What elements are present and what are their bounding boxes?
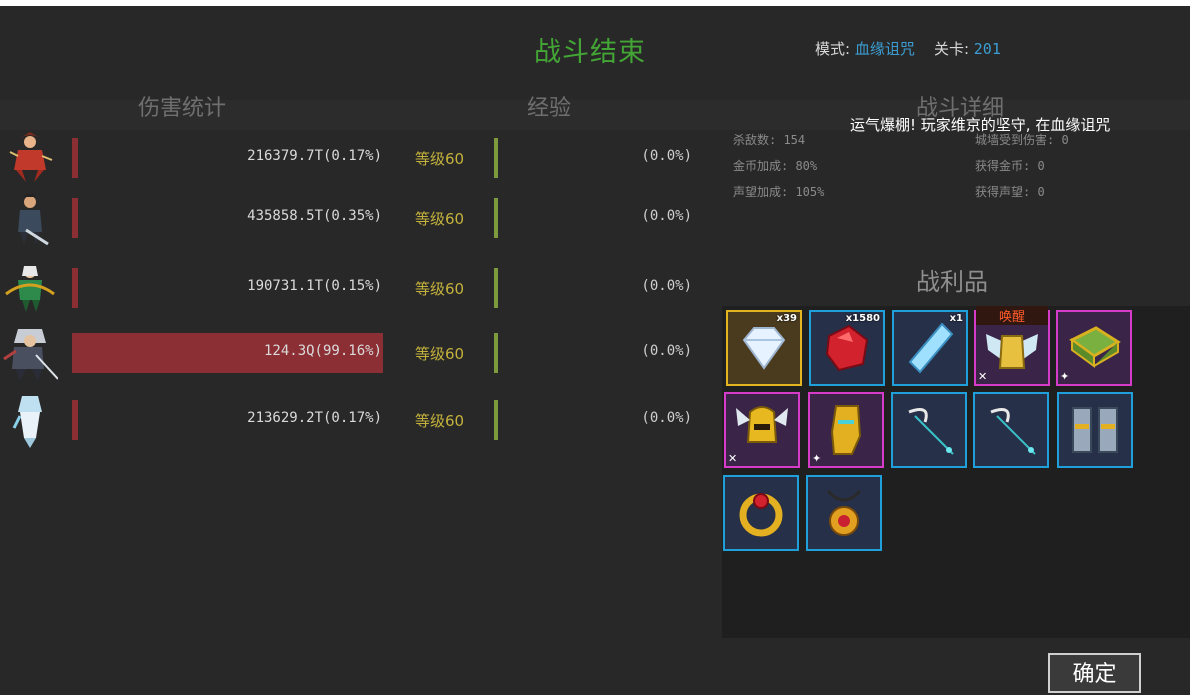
loot-slot[interactable]: x39 bbox=[726, 310, 802, 386]
damage-bar: 213629.2T(0.17%) bbox=[72, 400, 386, 440]
awaken-badge-icon: ✕ bbox=[978, 370, 988, 383]
awaken-badge-icon: ✦ bbox=[812, 452, 822, 465]
exp-value: (0.0%) bbox=[641, 148, 692, 164]
winged-helmet-icon bbox=[736, 406, 788, 443]
stat-gold-gain: 获得金币: 0 bbox=[975, 159, 1045, 173]
loot-slot[interactable]: 唤醒 ✕ bbox=[974, 306, 1050, 386]
damage-bar-fill bbox=[72, 198, 78, 238]
damage-bar-fill bbox=[72, 400, 78, 440]
hero-swordsman-icon bbox=[18, 194, 49, 246]
stat-kills: 杀敌数: 154 bbox=[733, 133, 806, 147]
hero-level: 等级60 bbox=[415, 345, 465, 363]
stat-fame-gain: 获得声望: 0 bbox=[975, 185, 1045, 199]
loot-slot[interactable]: x1 bbox=[892, 310, 968, 386]
awaken-badge-icon: ✕ bbox=[728, 452, 738, 465]
exp-header: 经验 bbox=[527, 96, 572, 121]
loot-slot[interactable]: x1580 bbox=[809, 310, 885, 386]
hero-row: 213629.2T(0.17%) 等级60 (0.0%) bbox=[0, 392, 720, 448]
damage-bar: 190731.1T(0.15%) bbox=[72, 268, 386, 308]
exp-bar bbox=[494, 198, 500, 238]
stat-fame-bonus: 声望加成: 105% bbox=[733, 185, 825, 199]
loot-slot[interactable] bbox=[1057, 392, 1133, 468]
hero-level: 等级60 bbox=[415, 280, 465, 298]
red-gem-icon bbox=[825, 324, 869, 372]
exp-bar bbox=[494, 268, 500, 308]
loot-slot[interactable] bbox=[806, 475, 882, 551]
gauntlet-icon bbox=[830, 405, 862, 455]
hero-silver-knight-icon bbox=[3, 329, 58, 381]
damage-bar: 124.3Q(99.16%) bbox=[72, 333, 386, 373]
hero-red-warrior-icon bbox=[9, 132, 53, 182]
level-label: 关卡: bbox=[933, 40, 969, 58]
level-value: 201 bbox=[973, 40, 1001, 58]
hero-white-mage-icon bbox=[12, 396, 42, 448]
mode-label: 模式: bbox=[815, 40, 851, 58]
damage-header: 伤害统计 bbox=[138, 96, 227, 121]
damage-value: 435858.5T(0.35%) bbox=[247, 208, 382, 224]
loot-slot[interactable]: ✦ bbox=[1056, 310, 1132, 386]
damage-bar-fill bbox=[72, 138, 78, 178]
hero-row: 190731.1T(0.15%) 等级60 (0.0%) bbox=[0, 260, 720, 316]
loot-slot[interactable]: ✦ bbox=[808, 392, 884, 468]
loot-title: 战利品 bbox=[916, 268, 988, 296]
exp-bar bbox=[494, 138, 500, 178]
mode-info: 模式: 血缘诅咒 关卡: 201 bbox=[815, 38, 1001, 59]
diamond-icon bbox=[742, 327, 786, 370]
hero-row: 216379.7T(0.17%) 等级60 (0.0%) bbox=[0, 130, 720, 186]
awaken-tag: 唤醒 bbox=[976, 306, 1048, 325]
top-strip bbox=[0, 0, 1190, 6]
exp-value: (0.0%) bbox=[641, 343, 692, 359]
damage-bar-fill bbox=[72, 268, 78, 308]
exp-bar-fill bbox=[494, 138, 498, 178]
greaves-icon bbox=[1072, 407, 1118, 453]
hero-level: 等级60 bbox=[415, 150, 465, 168]
loot-count: x1 bbox=[949, 313, 963, 324]
loot-slot[interactable] bbox=[973, 392, 1049, 468]
loot-slot[interactable]: ✕ bbox=[724, 392, 800, 468]
amulet-icon bbox=[826, 489, 862, 536]
exp-value: (0.0%) bbox=[641, 208, 692, 224]
exp-bar bbox=[494, 400, 500, 440]
exp-value: (0.0%) bbox=[641, 278, 692, 294]
damage-value: 124.3Q(99.16%) bbox=[263, 343, 382, 359]
loot-slot[interactable] bbox=[723, 475, 799, 551]
spellbook-icon bbox=[1069, 326, 1121, 368]
exp-bar-fill bbox=[494, 400, 498, 440]
loot-count: x1580 bbox=[845, 313, 880, 324]
exp-bar bbox=[494, 333, 500, 373]
hero-row: 124.3Q(99.16%) 等级60 (0.0%) bbox=[0, 325, 720, 381]
ring-icon bbox=[739, 493, 783, 537]
stat-gold-bonus: 金币加成: 80% bbox=[733, 159, 818, 173]
damage-value: 216379.7T(0.17%) bbox=[247, 148, 382, 164]
damage-bar: 216379.7T(0.17%) bbox=[72, 138, 386, 178]
hero-archer-icon bbox=[5, 266, 55, 312]
exp-bar-fill bbox=[494, 333, 498, 373]
mode-value: 血缘诅咒 bbox=[854, 40, 915, 58]
exp-bar-fill bbox=[494, 268, 498, 308]
loot-slot[interactable] bbox=[891, 392, 967, 468]
exp-bar-fill bbox=[494, 198, 498, 238]
bow-icon bbox=[990, 408, 1036, 455]
awaken-badge-icon: ✦ bbox=[1060, 370, 1070, 383]
confirm-button[interactable]: 确定 bbox=[1048, 653, 1141, 693]
bow-icon bbox=[908, 408, 954, 455]
loot-count: x39 bbox=[776, 313, 797, 324]
hero-row: 435858.5T(0.35%) 等级60 (0.0%) bbox=[0, 190, 720, 246]
scroll-announcement: 运气爆棚! 玩家维京的坚守, 在血缘诅咒 bbox=[850, 116, 1111, 134]
hero-level: 等级60 bbox=[415, 210, 465, 228]
battle-end-title: 战斗结束 bbox=[534, 37, 646, 68]
blue-crystal-icon bbox=[908, 322, 954, 374]
exp-value: (0.0%) bbox=[641, 410, 692, 426]
damage-value: 190731.1T(0.15%) bbox=[247, 278, 382, 294]
damage-value: 213629.2T(0.17%) bbox=[247, 410, 382, 426]
damage-bar: 435858.5T(0.35%) bbox=[72, 198, 386, 238]
winged-armor-icon bbox=[986, 334, 1038, 369]
hero-level: 等级60 bbox=[415, 412, 465, 430]
